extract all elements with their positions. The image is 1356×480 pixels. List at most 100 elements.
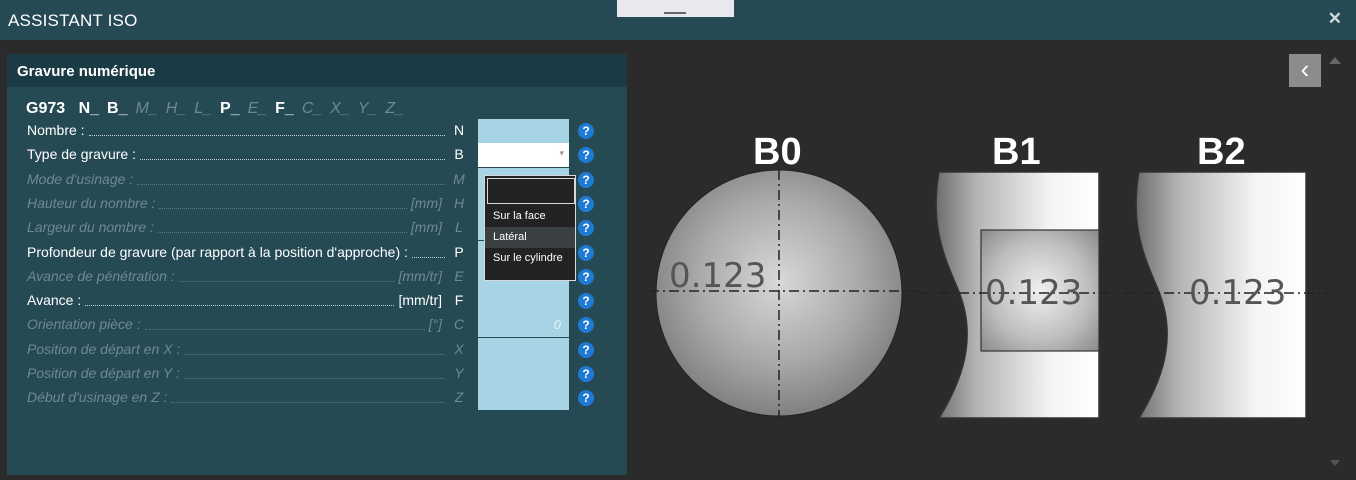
param-label: Nombre : bbox=[27, 122, 85, 138]
param-row: Position de départ en X : X? bbox=[0, 338, 620, 362]
label-b0: B0 bbox=[753, 131, 802, 173]
back-button[interactable]: ‹ bbox=[1289, 54, 1321, 87]
param-input: 0 bbox=[478, 313, 569, 337]
label-b2: B2 bbox=[1197, 131, 1246, 173]
gcode-param: M_ bbox=[135, 100, 158, 117]
param-letter: M bbox=[453, 171, 465, 187]
help-icon[interactable]: ? bbox=[578, 147, 594, 163]
help-icon[interactable]: ? bbox=[578, 172, 594, 188]
gcode-param: B_ bbox=[107, 100, 128, 117]
dotted-leader bbox=[139, 159, 445, 160]
dotted-leader bbox=[144, 329, 425, 330]
window-title: ASSISTANT ISO bbox=[8, 11, 138, 30]
dropdown-option-cylinder[interactable]: Sur le cylindre bbox=[485, 248, 575, 269]
param-input[interactable] bbox=[478, 119, 569, 143]
param-unit: [mm/tr] bbox=[398, 268, 442, 284]
gcode-param: C_ bbox=[301, 100, 323, 117]
param-input bbox=[478, 386, 569, 410]
close-icon[interactable]: ✕ bbox=[1328, 9, 1342, 29]
help-icon[interactable]: ? bbox=[578, 196, 594, 212]
param-row: Position de départ en Y : Y? bbox=[0, 362, 620, 386]
gcode-param: N_ bbox=[78, 100, 100, 117]
help-icon[interactable]: ? bbox=[578, 220, 594, 236]
scroll-up-icon[interactable] bbox=[1329, 57, 1341, 64]
dotted-leader bbox=[137, 184, 445, 185]
dotted-leader bbox=[411, 257, 445, 258]
param-unit: [mm] bbox=[410, 195, 442, 211]
param-label: Position de départ en X : bbox=[27, 341, 181, 357]
gcode-param: P_ bbox=[219, 100, 240, 117]
dropdown-option-face[interactable]: Sur la face bbox=[485, 206, 575, 227]
gcode-param: Z_ bbox=[385, 100, 405, 117]
param-label: Début d'usinage en Z : bbox=[27, 389, 168, 405]
param-letter: Z bbox=[454, 389, 464, 405]
gcode-param: H_ bbox=[165, 100, 187, 117]
dotted-leader bbox=[184, 354, 445, 355]
help-icon[interactable]: ? bbox=[578, 317, 594, 333]
scroll-down-icon[interactable] bbox=[1330, 460, 1340, 466]
param-input bbox=[478, 362, 569, 386]
param-unit: [°] bbox=[428, 316, 442, 332]
dotted-leader bbox=[85, 305, 395, 306]
engraving-type-dropdown[interactable]: Sur la face Latéral Sur le cylindre bbox=[484, 175, 576, 281]
dotted-leader bbox=[171, 402, 445, 403]
b0-number: 0.123 bbox=[669, 256, 766, 296]
help-icon[interactable]: ? bbox=[578, 123, 594, 139]
dropdown-option-lateral[interactable]: Latéral bbox=[485, 227, 575, 248]
dropdown-header bbox=[487, 178, 575, 204]
param-letter: B bbox=[454, 146, 464, 162]
param-input bbox=[478, 338, 569, 362]
param-letter: Y bbox=[454, 365, 464, 381]
b2-number: 0.123 bbox=[1189, 273, 1286, 313]
param-letter: F bbox=[454, 292, 464, 308]
illustration-panel: 0.123 0.123 0.123 bbox=[629, 40, 1356, 475]
param-row: Début d'usinage en Z : Z? bbox=[0, 386, 620, 410]
param-letter: N bbox=[453, 122, 465, 138]
title-bar: ASSISTANT ISO ✕ bbox=[0, 0, 1356, 40]
drag-handle[interactable] bbox=[617, 0, 734, 17]
help-icon[interactable]: ? bbox=[578, 269, 594, 285]
help-icon[interactable]: ? bbox=[578, 293, 594, 309]
help-icon[interactable]: ? bbox=[578, 390, 594, 406]
dotted-leader bbox=[183, 378, 445, 379]
panel-title: Gravure numérique bbox=[17, 63, 156, 80]
gcode-param: Y_ bbox=[357, 100, 378, 117]
chevron-down-icon: ▾ bbox=[559, 148, 564, 158]
dotted-leader bbox=[159, 208, 407, 209]
param-row: Type de gravure : B ▾? bbox=[0, 143, 620, 167]
panel-header: Gravure numérique bbox=[7, 54, 627, 87]
param-row: Avance : [mm/tr] F? bbox=[0, 289, 620, 313]
gcode-param: F_ bbox=[275, 100, 294, 117]
help-icon[interactable]: ? bbox=[578, 245, 594, 261]
param-row: Nombre : N? bbox=[0, 119, 620, 143]
dotted-leader bbox=[157, 232, 407, 233]
param-label: Orientation pièce : bbox=[27, 316, 141, 332]
gcode-param: L_ bbox=[194, 100, 212, 117]
param-letter: X bbox=[454, 341, 464, 357]
param-unit: [mm] bbox=[410, 219, 442, 235]
help-icon[interactable]: ? bbox=[578, 366, 594, 382]
param-letter: C bbox=[453, 316, 465, 332]
param-letter: E bbox=[454, 268, 464, 284]
param-label: Profondeur de gravure (par rapport à la … bbox=[27, 244, 408, 260]
engraving-illustration: 0.123 0.123 0.123 bbox=[649, 169, 1329, 419]
gcode-summary: G973 N_ B_ M_ H_ L_ P_ E_ F_ C_ X_ Y_ Z_ bbox=[26, 100, 412, 118]
param-row: Orientation pièce : [°] C 0? bbox=[0, 313, 620, 337]
engraving-type-select[interactable]: ▾ bbox=[478, 143, 569, 167]
param-label: Avance : bbox=[27, 292, 82, 308]
param-label: Position de départ en Y : bbox=[27, 365, 180, 381]
param-label: Largeur du nombre : bbox=[27, 219, 154, 235]
dotted-leader bbox=[178, 281, 395, 282]
gcode-code: G973 bbox=[26, 100, 66, 117]
gcode-param: E_ bbox=[247, 100, 268, 117]
dotted-leader bbox=[88, 135, 445, 136]
param-label: Type de gravure : bbox=[27, 146, 136, 162]
param-input[interactable] bbox=[478, 289, 569, 313]
param-value: 0 bbox=[553, 317, 561, 332]
gcode-param: X_ bbox=[330, 100, 350, 117]
help-icon[interactable]: ? bbox=[578, 342, 594, 358]
param-label: Avance de pénétration : bbox=[27, 268, 175, 284]
param-label: Mode d'usinage : bbox=[27, 171, 134, 187]
b1-number: 0.123 bbox=[985, 273, 1082, 313]
param-letter: L bbox=[455, 219, 463, 235]
